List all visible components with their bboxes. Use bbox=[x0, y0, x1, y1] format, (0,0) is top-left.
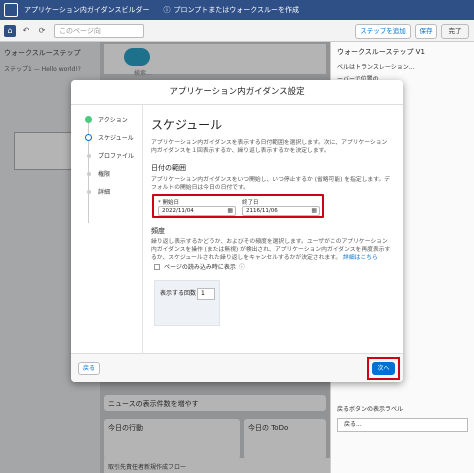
show-on-load-checkbox[interactable]: ページの読み込み時に表示 ⓘ bbox=[154, 262, 245, 271]
app-icon bbox=[4, 3, 18, 17]
builder-toolbar: ⌂ ↶ ⟳ このページ向 ステップを追加 保存 完了 bbox=[0, 20, 474, 42]
add-step-button[interactable]: ステップを追加 bbox=[355, 24, 411, 39]
refresh-icon[interactable]: ⟳ bbox=[36, 25, 48, 37]
end-date-input[interactable]: 2116/11/06 ▦ bbox=[242, 206, 320, 216]
app-title: アプリケーション内ガイダンスビルダー bbox=[24, 6, 150, 14]
info-icon: ⓘ bbox=[238, 264, 245, 271]
calendar-icon[interactable]: ▦ bbox=[311, 207, 317, 215]
wizard-step-details[interactable]: 詳細 bbox=[85, 187, 110, 196]
back-label-field-label: 戻るボタンの表示ラベル bbox=[337, 406, 404, 413]
modal-footer: 戻る 次へ bbox=[71, 353, 403, 382]
close-icon[interactable]: ✕ bbox=[397, 68, 405, 79]
back-button[interactable]: 戻る bbox=[78, 362, 100, 375]
start-date-input[interactable]: 2022/11/04 ▦ bbox=[158, 206, 236, 216]
frequency-description: 繰り返し表示するかどうか、およびその頻度を選択します。ユーザがこのアプリケーショ… bbox=[151, 239, 391, 261]
home-icon[interactable]: ⌂ bbox=[4, 24, 16, 37]
frequency-section: 頻度 繰り返し表示するかどうか、およびその頻度を選択します。ユーザがこのアプリケ… bbox=[151, 226, 391, 262]
schedule-section: スケジュール アプリケーション内ガイダンスを表示する日付範囲を選択します。次に、… bbox=[151, 116, 391, 192]
current-step-icon bbox=[85, 134, 92, 141]
pending-step-icon bbox=[86, 189, 91, 194]
settings-modal: ✕ アプリケーション内ガイダンス設定 アクション スケジュール プロファイル 権… bbox=[71, 68, 405, 382]
date-range-heading: 日付の範囲 bbox=[151, 164, 186, 172]
display-count-label: 表示する回数 bbox=[160, 290, 197, 297]
wizard-step-schedule[interactable]: スケジュール bbox=[85, 133, 134, 142]
create-prompt-link[interactable]: ⓘ プロンプトまたはウォークスルーを作成 bbox=[163, 5, 299, 15]
back-label-input[interactable]: 戻る... bbox=[337, 418, 468, 432]
date-range-highlight: * 開始日 終了日 2022/11/04 ▦ 2116/11/06 ▦ bbox=[152, 194, 324, 218]
wizard-step-permission[interactable]: 権限 bbox=[85, 169, 110, 178]
wizard-steps: アクション スケジュール プロファイル 権限 詳細 bbox=[71, 105, 143, 353]
frequency-heading: 頻度 bbox=[151, 227, 165, 235]
display-count-input[interactable]: 1 bbox=[197, 288, 215, 300]
info-icon: ⓘ bbox=[163, 6, 171, 14]
right-panel-title: ウォークスルーステップ V1 bbox=[337, 48, 425, 56]
checkbox-box[interactable] bbox=[154, 263, 160, 270]
modal-title: アプリケーション内ガイダンス設定 bbox=[71, 80, 403, 105]
next-button[interactable]: 次へ bbox=[372, 362, 395, 375]
undo-icon[interactable]: ↶ bbox=[20, 25, 32, 37]
pending-step-icon bbox=[86, 153, 91, 158]
page-select[interactable]: このページ向 bbox=[54, 23, 144, 38]
calendar-icon[interactable]: ▦ bbox=[227, 207, 233, 215]
section-description: アプリケーション内ガイダンスを表示する日付範囲を選択します。次に、アプリケーショ… bbox=[151, 140, 388, 154]
section-heading: スケジュール bbox=[151, 118, 223, 132]
display-count-group: 表示する回数 1 bbox=[154, 280, 220, 326]
wizard-step-profile[interactable]: プロファイル bbox=[85, 151, 134, 160]
end-date-label: 終了日 bbox=[242, 200, 259, 206]
next-button-highlight: 次へ bbox=[367, 357, 400, 380]
done-button[interactable]: 完了 bbox=[441, 24, 469, 39]
pending-step-icon bbox=[86, 171, 91, 176]
date-range-description: アプリケーション内ガイダンスをいつ開始し、いつ停止するか (省略可能) を指定し… bbox=[151, 177, 391, 191]
learn-more-link[interactable]: 詳細はこちら bbox=[343, 255, 378, 261]
check-icon bbox=[85, 116, 92, 123]
wizard-step-action[interactable]: アクション bbox=[85, 115, 128, 124]
app-header: アプリケーション内ガイダンスビルダー ⓘ プロンプトまたはウォークスルーを作成 bbox=[0, 0, 474, 20]
save-button[interactable]: 保存 bbox=[415, 24, 437, 39]
start-date-label: * 開始日 bbox=[158, 200, 179, 206]
